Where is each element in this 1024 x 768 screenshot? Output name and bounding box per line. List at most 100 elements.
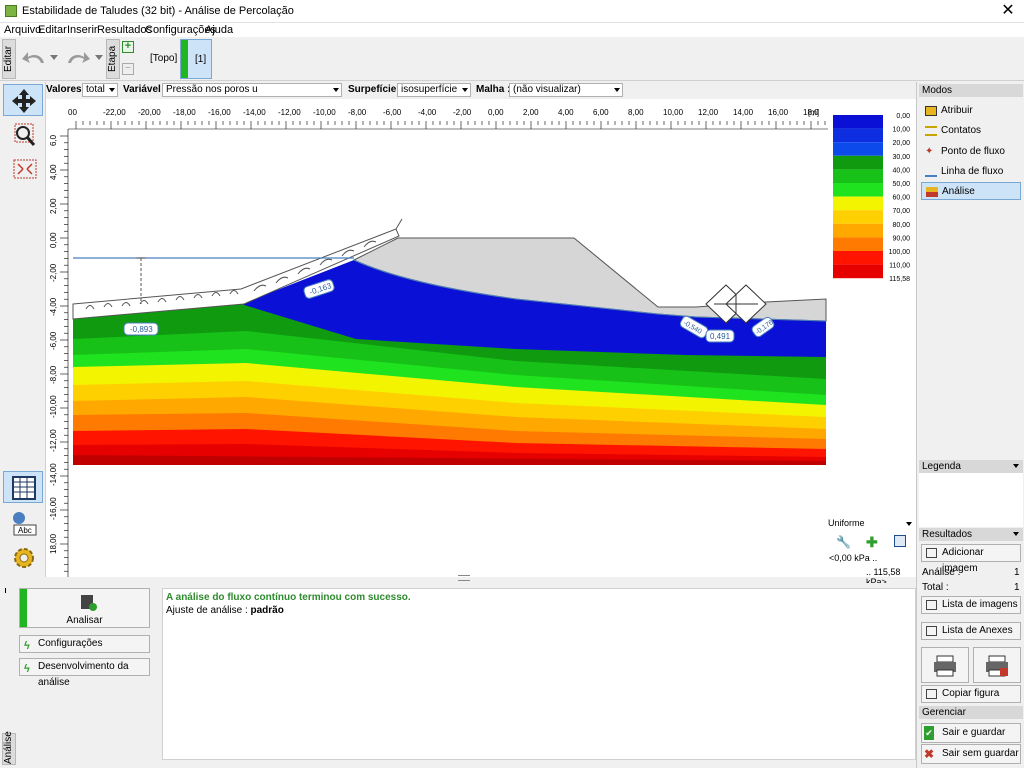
stage-status-indicator	[181, 40, 188, 78]
mode-atribuir[interactable]: Atribuir	[921, 102, 1021, 120]
x-tick-label: -14,00	[243, 108, 266, 117]
desenvolvimento-label: Desenvolvimento da análise	[38, 661, 129, 688]
valores-value: total	[86, 84, 105, 95]
print-button[interactable]	[921, 647, 969, 683]
close-button[interactable]: ✕	[998, 1, 1018, 21]
malha-label: Malha :	[476, 84, 511, 95]
redo-icon[interactable]	[64, 47, 94, 69]
legend-value: 90,00	[892, 235, 910, 242]
menu-inserir[interactable]: Inserir	[67, 24, 98, 36]
save-exit-button[interactable]: ✔ Sair e guardar	[921, 723, 1021, 743]
x-unit-label: [m]	[808, 108, 819, 117]
table-tool[interactable]	[3, 471, 43, 503]
y-tick-label: 18,00	[49, 533, 58, 554]
configuracoes-button[interactable]: ϟ Configurações	[19, 635, 150, 653]
modos-header: Modos	[919, 84, 1023, 97]
add-image-icon	[926, 548, 937, 558]
superficie-value: isosuperfície	[401, 84, 458, 95]
menu-editar[interactable]: Editar	[38, 24, 67, 36]
labels-tool[interactable]: Abc	[3, 506, 43, 538]
mode-label: Atribuir	[941, 105, 973, 116]
image-list-button[interactable]: Lista de imagens	[921, 596, 1021, 614]
y-tick-label: 4,00	[49, 164, 58, 180]
y-tick-label: -8,00	[49, 365, 58, 384]
contacts-icon	[925, 126, 937, 136]
editar-tab[interactable]: Editar	[2, 39, 16, 79]
ajuste-value: padrão	[250, 605, 284, 616]
stage-1-tab[interactable]: [1]	[180, 39, 212, 79]
pan-tool[interactable]	[3, 84, 43, 116]
window-title: Estabilidade de Taludes (32 bit) - Análi…	[22, 5, 294, 17]
redo-dropdown-icon[interactable]	[95, 55, 103, 61]
copy-figure-button[interactable]: Copiar figura	[921, 685, 1021, 703]
variavel-select[interactable]: Pressão nos poros u	[162, 83, 342, 97]
add-icon[interactable]: ✚	[866, 534, 878, 551]
legend-value: 110,00	[889, 263, 910, 270]
flow-line-icon	[925, 167, 937, 177]
mode-analise[interactable]: Análise	[921, 182, 1021, 200]
left-toolbar: Abc	[0, 82, 46, 577]
toolbar: Editar Etapa + − [Topo] [1]	[0, 37, 1024, 81]
drawing-canvas[interactable]: 00 -22,00 -20,00 -18,00 -16,00 -14,00 -12,00 -1…	[46, 99, 916, 587]
malha-value: (não visualizar)	[513, 84, 581, 95]
print-pdf-button[interactable]	[973, 647, 1021, 683]
y-tick-label: -2,00	[49, 263, 58, 282]
x-tick-label: 2,00	[523, 108, 539, 117]
chevron-down-icon	[614, 88, 620, 92]
x-tick-label: -22,00	[103, 108, 126, 117]
mode-label: Ponto de fluxo	[941, 146, 1005, 157]
menu-resultados[interactable]: Resultados	[97, 24, 152, 36]
zoom-tool[interactable]	[3, 118, 43, 150]
splitter-handle[interactable]	[458, 575, 470, 581]
analisar-button[interactable]: Analisar	[19, 588, 150, 628]
etapa-tab[interactable]: Etapa	[106, 39, 120, 79]
legend-mode-select[interactable]: Uniforme	[828, 518, 914, 532]
image-list-label: Lista de imagens	[942, 599, 1018, 610]
exit-no-save-button[interactable]: ✖ Sair sem guardar	[921, 744, 1021, 764]
view-filter-bar: Valores : total Variável : Pressão nos p…	[46, 82, 916, 99]
mode-contatos[interactable]: Contatos	[921, 122, 1021, 140]
superficie-select[interactable]: isosuperfície	[397, 83, 471, 97]
mode-ponto-fluxo[interactable]: ✦ Ponto de fluxo	[921, 143, 1021, 161]
app-icon	[5, 5, 17, 17]
success-message: A análise do fluxo contínuo terminou com…	[166, 592, 411, 603]
x-tick-label: -8,00	[348, 108, 367, 117]
stage-topo[interactable]: [Topo]	[150, 53, 177, 64]
mode-label: Contatos	[941, 125, 982, 136]
check-icon: ✔	[924, 726, 934, 740]
attachments-list-button[interactable]: Lista de Anexes	[921, 622, 1021, 640]
gerenciar-title: Gerenciar	[922, 707, 966, 718]
analise-side-tab[interactable]: Análise	[2, 731, 16, 765]
printer-icon	[934, 655, 956, 677]
valores-select[interactable]: total	[82, 83, 118, 97]
edit-scale-icon[interactable]	[894, 535, 906, 547]
resultados-title: Resultados	[922, 529, 973, 540]
configuracoes-label: Configurações	[38, 638, 103, 649]
modos-title: Modos	[922, 85, 953, 96]
undo-dropdown-icon[interactable]	[50, 55, 58, 61]
desenvolvimento-button[interactable]: ϟ Desenvolvimento da análise	[19, 658, 150, 688]
legend-swatch	[833, 128, 883, 143]
slope-crest-marker	[395, 218, 403, 230]
mode-label: Análise	[942, 186, 975, 197]
pin-icon[interactable]	[5, 588, 13, 593]
menu-ajuda[interactable]: Ajuda	[205, 24, 233, 36]
menu-bar: Arquivo Editar Inserir Resultados Config…	[0, 23, 1024, 37]
mode-linha-fluxo[interactable]: Linha de fluxo	[921, 163, 1021, 181]
remove-stage-icon[interactable]: −	[122, 63, 134, 75]
title-bar: Estabilidade de Taludes (32 bit) - Análi…	[0, 0, 1024, 23]
wrench-icon[interactable]: 🔧	[836, 535, 851, 549]
add-image-button[interactable]: Adicionar imagem	[921, 544, 1021, 574]
legend-swatch	[833, 237, 883, 251]
mode-label: Linha de fluxo	[941, 166, 1004, 177]
menu-arquivo[interactable]: Arquivo	[4, 24, 41, 36]
malha-select[interactable]: (não visualizar)	[509, 83, 623, 97]
chevron-down-icon	[1013, 464, 1019, 468]
section-drawing[interactable]: 00 -22,00 -20,00 -18,00 -16,00 -14,00 -12,00 -1…	[46, 99, 916, 577]
add-stage-icon[interactable]: +	[122, 41, 134, 53]
zoom-extents-tool[interactable]	[3, 152, 43, 184]
y-tick-label: -12,00	[49, 429, 58, 452]
analisar-label: Analisar	[66, 615, 103, 626]
settings-tool[interactable]	[3, 541, 43, 573]
legend-value: 50,00	[892, 181, 910, 188]
